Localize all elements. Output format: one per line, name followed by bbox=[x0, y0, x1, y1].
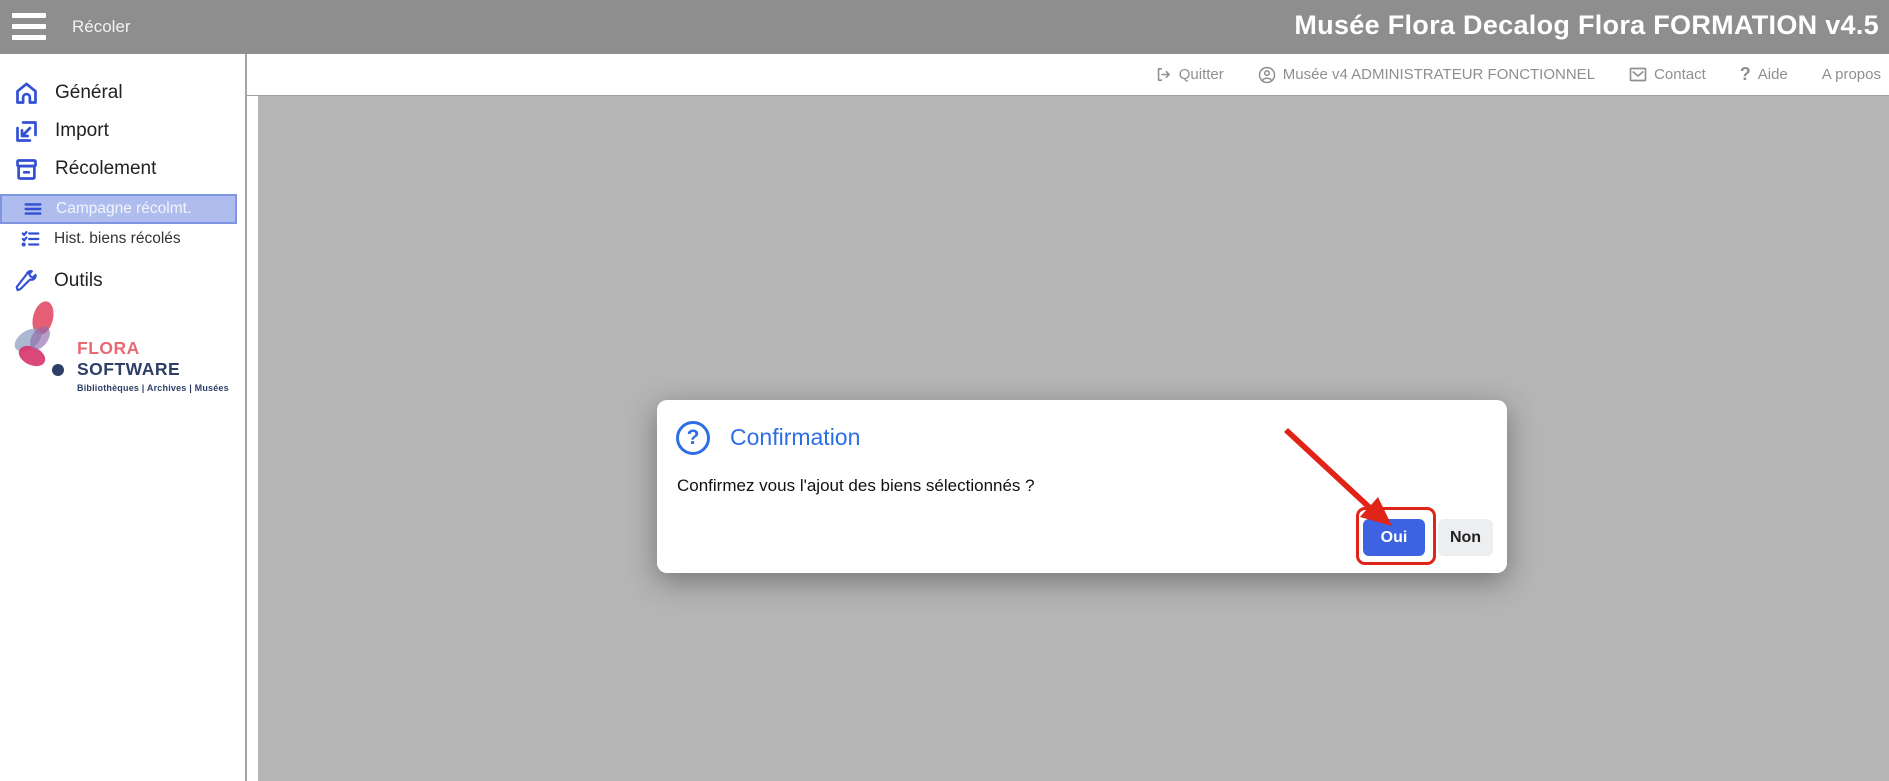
annotation-highlight-box bbox=[1356, 507, 1436, 565]
checklist-icon bbox=[20, 228, 42, 250]
user-account-link[interactable]: Musée v4 ADMINISTRATEUR FONCTIONNEL bbox=[1258, 66, 1595, 84]
quit-link[interactable]: Quitter bbox=[1155, 66, 1224, 83]
top-bar: Récoler Musée Flora Decalog Flora FORMAT… bbox=[0, 0, 1889, 54]
sidebar-item-outils[interactable]: Outils bbox=[0, 262, 245, 300]
dialog-title: Confirmation bbox=[730, 424, 860, 451]
archive-icon bbox=[13, 156, 40, 183]
help-link[interactable]: ? Aide bbox=[1740, 64, 1788, 85]
import-icon bbox=[13, 118, 40, 145]
home-icon bbox=[13, 80, 40, 107]
hamburger-menu-icon[interactable] bbox=[12, 13, 46, 41]
wrench-icon bbox=[13, 268, 39, 294]
app-title: Musée Flora Decalog Flora FORMATION v4.5 bbox=[1294, 0, 1879, 54]
module-label: Récoler bbox=[72, 0, 131, 54]
sidebar-item-campagne-recolmt[interactable]: Campagne récolmt. bbox=[0, 194, 237, 224]
no-button[interactable]: Non bbox=[1438, 519, 1493, 556]
flora-software-logo: FLORA SOFTWARE Bibliothèques | Archives … bbox=[10, 300, 240, 385]
question-icon: ? bbox=[1740, 64, 1751, 85]
about-link[interactable]: A propos bbox=[1822, 66, 1881, 83]
sidebar: Général Import Récolement Campagne récol… bbox=[0, 54, 247, 781]
envelope-icon bbox=[1629, 67, 1647, 82]
exit-icon bbox=[1155, 66, 1172, 83]
brand-name: FLORA SOFTWARE bbox=[77, 338, 237, 380]
flora-petals-logo bbox=[10, 300, 70, 380]
sidebar-item-hist-biens-recoles[interactable]: Hist. biens récolés bbox=[0, 224, 245, 254]
dialog-message: Confirmez vous l'ajout des biens sélecti… bbox=[677, 476, 1035, 496]
sidebar-item-recolement[interactable]: Récolement bbox=[0, 150, 245, 188]
sidebar-item-import[interactable]: Import bbox=[0, 112, 245, 150]
user-icon bbox=[1258, 66, 1276, 84]
question-circle-icon: ? bbox=[676, 421, 710, 455]
list-icon bbox=[22, 198, 44, 220]
utility-bar: Quitter Musée v4 ADMINISTRATEUR FONCTION… bbox=[247, 54, 1889, 96]
sidebar-item-general[interactable]: Général bbox=[0, 74, 245, 112]
brand-tagline: Bibliothèques | Archives | Musées bbox=[77, 383, 237, 393]
contact-link[interactable]: Contact bbox=[1629, 66, 1706, 83]
